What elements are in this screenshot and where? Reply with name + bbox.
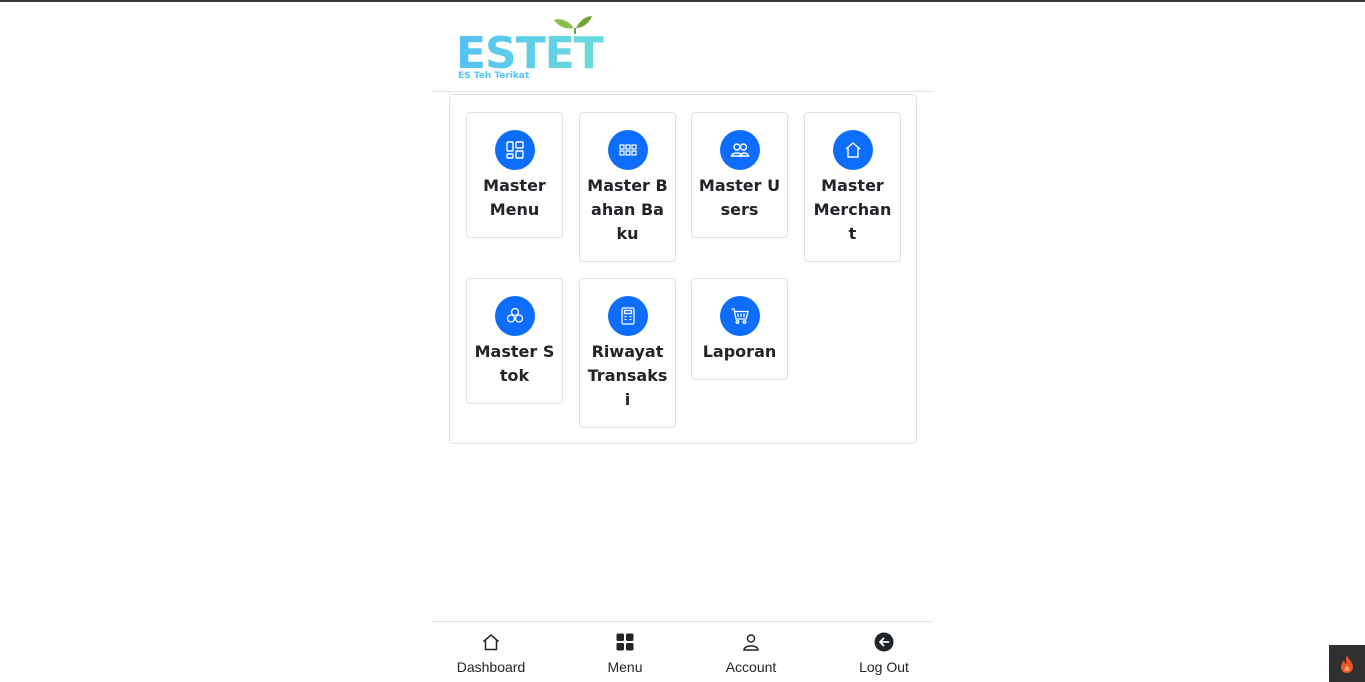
nav-label: Account <box>725 659 777 675</box>
brand-logo[interactable]: ESTETIK ES Teh Terikat <box>456 12 655 84</box>
calculator-icon <box>607 296 648 336</box>
tile-master-stok[interactable]: Master Stok <box>466 278 563 404</box>
nav-label: Menu <box>607 659 643 675</box>
svg-text:ES Teh Terikat: ES Teh Terikat <box>458 71 530 81</box>
menu-panel: Master Menu Master Bahan Baku Master Use… <box>449 94 917 444</box>
tile-riwayat-transaksi[interactable]: Riwayat Transaksi <box>579 278 676 428</box>
nav-account[interactable]: Account <box>691 622 811 682</box>
nav-menu[interactable]: Menu <box>565 622 685 682</box>
cart-icon <box>719 296 760 336</box>
logo-image: ESTETIK ES Teh Terikat <box>456 16 655 81</box>
arrow-left-circle-icon <box>874 632 894 652</box>
dashboard-layout-icon <box>494 130 535 170</box>
nav-logout[interactable]: Log Out <box>824 622 944 682</box>
tile-master-bahan-baku[interactable]: Master Bahan Baku <box>579 112 676 262</box>
tile-label: Master Users <box>698 176 781 219</box>
tile-label: Master Bahan Baku <box>587 176 668 243</box>
house-icon <box>483 634 499 651</box>
users-icon <box>719 130 760 170</box>
person-icon <box>743 634 759 651</box>
tile-master-users[interactable]: Master Users <box>691 112 788 238</box>
header: ESTETIK ES Teh Terikat <box>432 2 933 92</box>
tile-master-merchant[interactable]: Master Merchant <box>804 112 901 262</box>
tile-laporan[interactable]: Laporan <box>691 278 788 380</box>
tile-label: Master Merchant <box>813 176 892 243</box>
tile-label: Master Stok <box>474 342 555 385</box>
grid-dots-icon <box>607 130 648 170</box>
tile-label: Master Menu <box>483 176 546 219</box>
nav-dashboard[interactable]: Dashboard <box>431 622 551 682</box>
nav-label: Log Out <box>859 659 909 675</box>
tile-master-menu[interactable]: Master Menu <box>466 112 563 238</box>
nav-label: Dashboard <box>456 659 526 675</box>
tile-label: Riwayat Transaksi <box>587 342 668 409</box>
grid-icon <box>616 633 634 651</box>
house-icon <box>832 130 873 170</box>
flame-icon <box>1341 654 1353 673</box>
bottom-navigation: Dashboard Menu Account Log Out <box>432 621 933 682</box>
boxes-icon <box>494 296 535 336</box>
debug-toolbar-toggle[interactable] <box>1329 645 1365 682</box>
tile-label: Laporan <box>702 342 777 361</box>
app-container: ESTETIK ES Teh Terikat Master Menu M <box>432 2 933 682</box>
